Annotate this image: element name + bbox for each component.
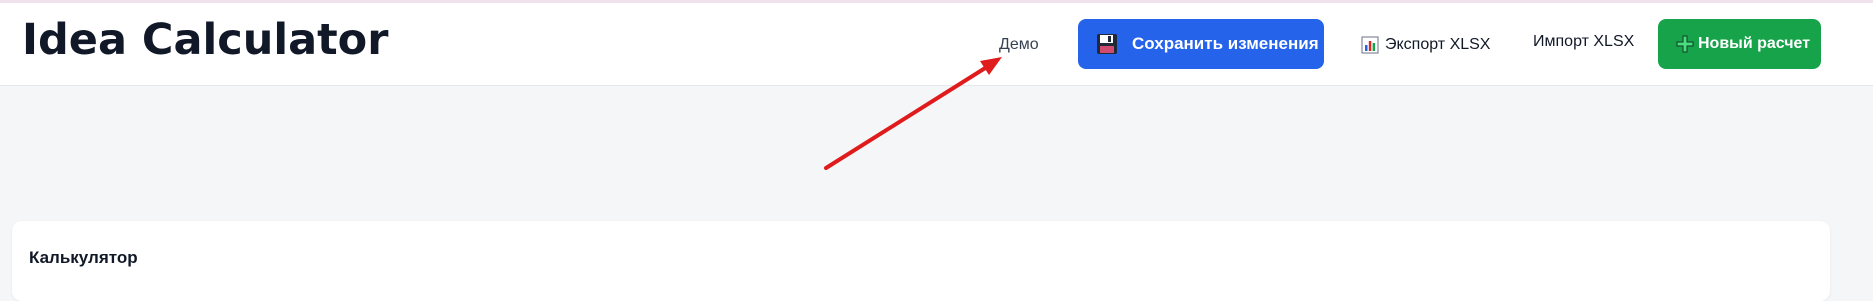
save-changes-button[interactable]: Сохранить изменения [1078,19,1324,69]
save-changes-label: Сохранить изменения [1132,34,1319,53]
calculator-card-title: Калькулятор [29,248,138,267]
plus-icon [1676,35,1694,53]
app-title: Idea Calculator [22,15,389,65]
export-xlsx-label: Экспорт XLSX [1385,36,1491,53]
new-calculation-label: Новый расчет [1698,35,1811,52]
export-xlsx-button[interactable]: Экспорт XLSX [1361,36,1490,54]
new-calculation-button[interactable]: Новый расчет [1658,19,1821,69]
import-xlsx-button[interactable]: Импорт XLSX [1533,33,1634,51]
calculator-card: Калькулятор [12,221,1830,301]
bar-chart-icon [1361,36,1379,54]
app-header: Idea Calculator Демо Сохранить изменения… [0,3,1873,86]
demo-link[interactable]: Демо [999,36,1039,54]
floppy-disk-icon [1096,33,1118,55]
